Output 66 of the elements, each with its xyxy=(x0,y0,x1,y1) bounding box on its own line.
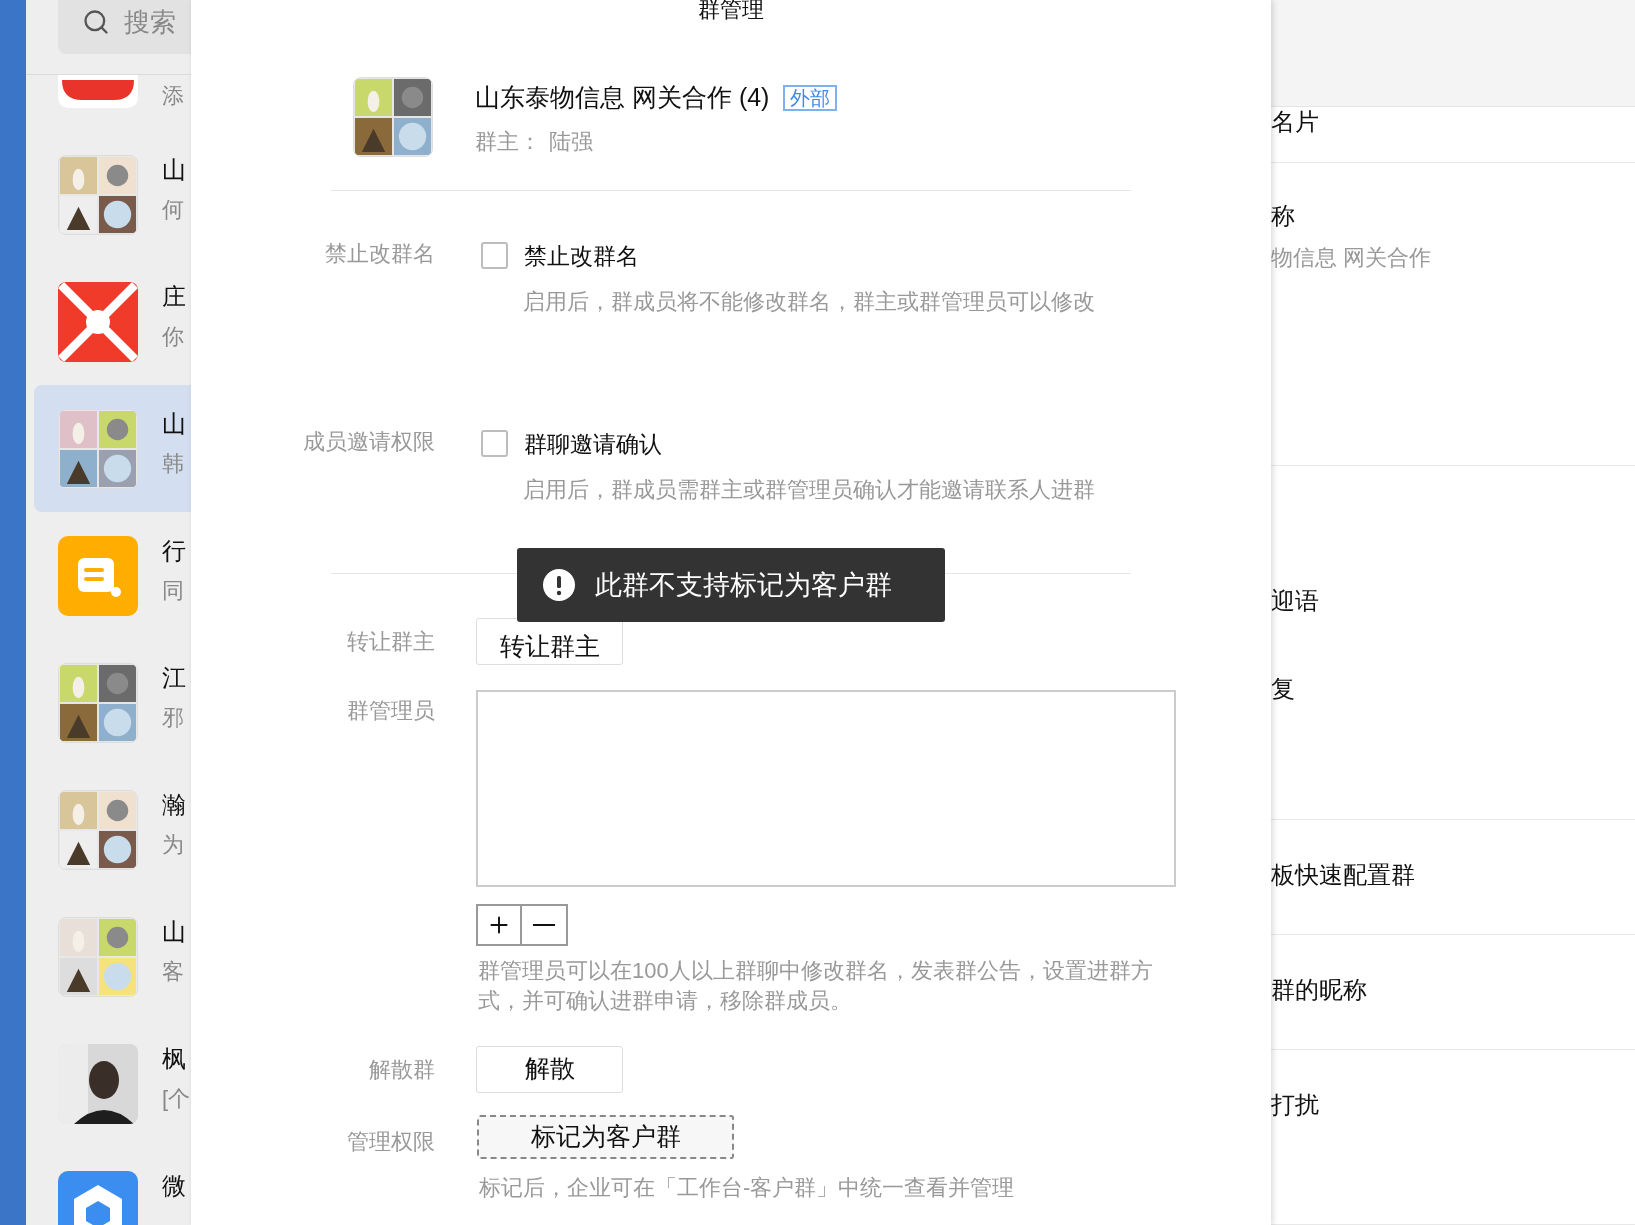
chat-item[interactable]: 行 同 xyxy=(34,512,191,639)
admin-list-box[interactable] xyxy=(476,689,1176,887)
search-icon xyxy=(82,8,110,36)
chat-item[interactable]: 山 韩 xyxy=(34,385,191,512)
note-app-icon xyxy=(58,535,138,616)
side-panel-item[interactable]: 名片 xyxy=(1271,107,1635,137)
chat-item[interactable]: 瀚 为 xyxy=(34,766,191,893)
chat-preview: 何 xyxy=(162,195,185,224)
permission-description: 标记后，企业可在「工作台-客户群」中统一查看并管理 xyxy=(478,1173,1015,1202)
side-panel-item[interactable]: 复 xyxy=(1271,674,1635,704)
permission-label: 管理权限 xyxy=(346,1127,435,1156)
dissolve-label: 解散群 xyxy=(368,1055,435,1084)
external-tag: 外部 xyxy=(783,84,838,111)
admins-label: 群管理员 xyxy=(346,696,435,725)
chat-preview: [个 xyxy=(162,1084,191,1113)
chat-preview: 同 xyxy=(162,576,185,605)
chat-preview: 为 xyxy=(162,830,185,859)
side-panel-item[interactable]: 打扰 xyxy=(1271,1090,1635,1120)
admins-description: 群管理员可以在100人以上群聊中修改群名，发表群公告，设置进群方式，并可确认进群申请，移除群成员。 xyxy=(477,956,1154,1015)
side-panel-item[interactable]: 群的昵称 xyxy=(1271,975,1635,1005)
chat-preview: 你 xyxy=(162,322,185,351)
chat-title: 江 xyxy=(162,662,186,693)
chat-preview: 添 xyxy=(162,81,184,110)
checkbox[interactable] xyxy=(481,430,508,458)
owner-label: 群主： xyxy=(475,127,541,156)
chat-title: 微 xyxy=(162,1170,186,1201)
chat-preview: 客 xyxy=(162,957,185,986)
transfer-label: 转让群主 xyxy=(346,627,435,656)
checkbox[interactable] xyxy=(481,242,508,270)
chat-title: 山 xyxy=(162,154,186,185)
dialog-title: 群管理 xyxy=(698,0,764,20)
side-panel-subtitle: 物信息 网关合作 xyxy=(1271,244,1433,272)
chat-item[interactable]: 山 客 xyxy=(34,893,191,1020)
owner-name: 陆强 xyxy=(549,127,593,156)
minus-icon xyxy=(533,923,555,926)
chat-title: 瀚 xyxy=(162,789,186,820)
chat-item[interactable]: 江 邪 xyxy=(34,639,191,766)
chat-preview: 邪 xyxy=(162,703,185,732)
chat-item[interactable]: 山 何 xyxy=(34,131,191,258)
chat-title: 枫 xyxy=(162,1043,187,1074)
side-panel-item[interactable]: 称 xyxy=(1271,201,1635,231)
dissolve-button[interactable]: 解散 xyxy=(476,1045,623,1093)
group-name: 山东泰物信息 网关合作 (4) xyxy=(475,82,770,113)
transfer-owner-button[interactable]: 转让群主 xyxy=(476,617,623,665)
warning-icon xyxy=(543,569,575,601)
toast-message: 此群不支持标记为客户群 xyxy=(595,568,892,602)
chat-title: 行 xyxy=(162,535,186,566)
chat-preview: 韩 xyxy=(162,449,185,478)
chat-item[interactable]: 枫 [个 xyxy=(34,1020,191,1147)
checkbox-label[interactable]: 群聊邀请确认 xyxy=(524,426,662,461)
chat-item[interactable]: 微 xyxy=(34,1147,191,1225)
chat-item[interactable]: 庄 你 xyxy=(34,258,191,385)
search-field[interactable]: 搜索 xyxy=(58,0,191,54)
setting-label: 成员邀请权限 xyxy=(302,427,435,456)
mark-customer-group-button[interactable]: 标记为客户群 xyxy=(477,1114,734,1159)
setting-label: 禁止改群名 xyxy=(324,239,435,268)
remove-button[interactable] xyxy=(522,903,568,946)
checkbox-label[interactable]: 禁止改群名 xyxy=(524,238,639,273)
setting-description: 启用后，群成员将不能修改群名，群主或群管理员可以修改 xyxy=(522,288,1095,316)
chat-title: 山 xyxy=(162,916,186,947)
setting-description: 启用后，群成员需群主或群管理员确认才能邀请联系人进群 xyxy=(522,476,1095,504)
chat-title: 庄 xyxy=(162,281,186,312)
add-button[interactable] xyxy=(476,903,522,946)
side-panel-item[interactable]: 迎语 xyxy=(1271,586,1635,616)
chat-title: 山 xyxy=(162,408,186,439)
side-panel-item[interactable]: 板快速配置群 xyxy=(1271,860,1635,890)
